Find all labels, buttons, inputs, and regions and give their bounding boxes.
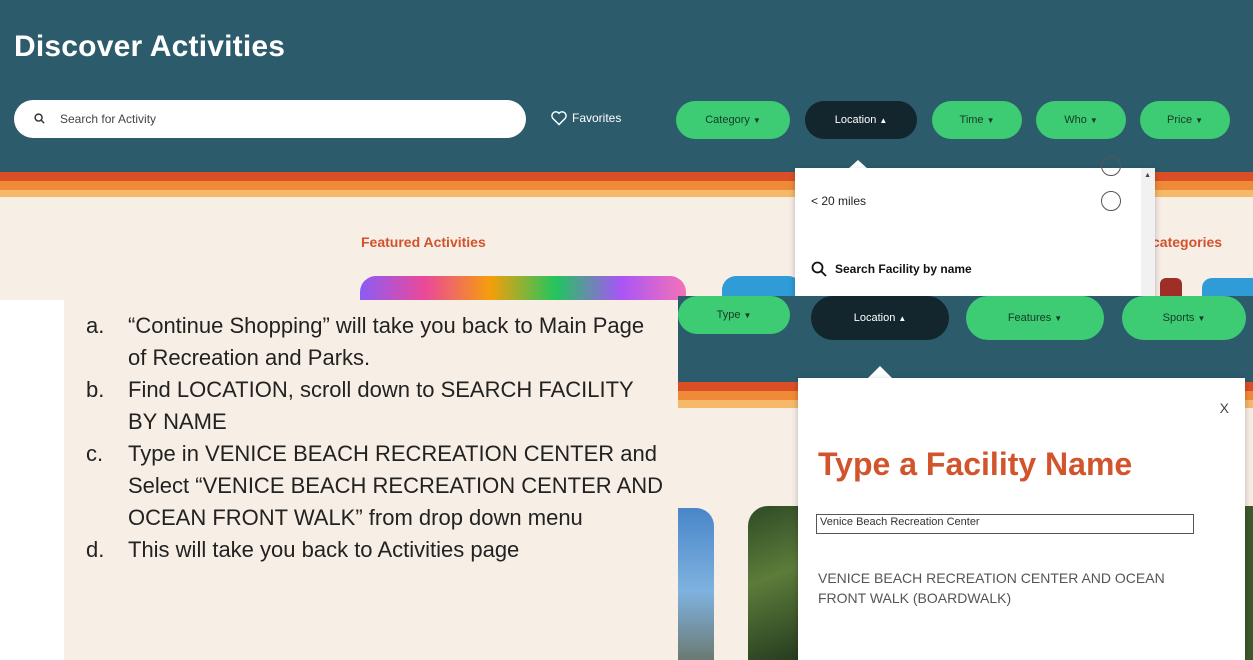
chevron-down-icon: ▼ — [1195, 115, 1203, 125]
facility-result-option[interactable]: VENICE BEACH RECREATION CENTER AND OCEAN… — [818, 568, 1198, 608]
chevron-up-icon: ▲ — [879, 115, 888, 125]
filter-category-label: Category — [705, 114, 750, 126]
filter-price-label: Price — [1167, 114, 1193, 126]
categories-heading: categories — [1152, 234, 1223, 250]
filter-category[interactable]: Category ▼ — [676, 101, 790, 139]
search-icon — [34, 113, 45, 124]
instruction-item: b. Find LOCATION, scroll down to SEARCH … — [64, 374, 664, 438]
filter-who-label: Who — [1064, 114, 1087, 126]
filter-who[interactable]: Who ▼ — [1036, 101, 1126, 139]
activities-screenshot-bottom: Type ▼ Location ▲ Features ▼ Sports ▼ X Type… — [678, 296, 1253, 660]
filter-location[interactable]: Location ▲ — [805, 101, 917, 139]
filter-type-label: Type — [716, 309, 741, 321]
filter-sports-label: Sports — [1162, 312, 1195, 324]
featured-card-image[interactable] — [360, 276, 686, 300]
scroll-up-icon[interactable]: ▲ — [1144, 172, 1151, 179]
filter-location-label: Location — [834, 114, 877, 126]
filter-features-label: Features — [1007, 312, 1052, 324]
instruction-item: c. Type in VENICE BEACH RECREATION CENTE… — [64, 438, 664, 534]
header-bar: Type ▼ Location ▲ Features ▼ Sports ▼ — [678, 296, 1253, 382]
filter-type[interactable]: Type ▼ — [678, 296, 790, 334]
chevron-down-icon: ▼ — [1089, 115, 1098, 125]
chevron-down-icon: ▼ — [743, 310, 752, 320]
radio-20-miles[interactable] — [1101, 191, 1121, 211]
search-input[interactable]: Search for Activity — [14, 100, 526, 138]
search-placeholder: Search for Activity — [60, 112, 157, 126]
chevron-down-icon: ▼ — [1197, 313, 1206, 323]
distance-option-label: < 20 miles — [811, 194, 867, 208]
search-facility-option[interactable]: Search Facility by name — [811, 261, 972, 277]
search-facility-label: Search Facility by name — [835, 262, 972, 276]
close-icon[interactable]: X — [1220, 400, 1229, 416]
dropdown-caret — [868, 366, 892, 378]
filter-time[interactable]: Time ▼ — [932, 101, 1022, 139]
activity-card-image[interactable] — [678, 508, 714, 660]
instruction-list: a. “Continue Shopping” will take you bac… — [64, 310, 664, 566]
filter-price[interactable]: Price ▼ — [1140, 101, 1230, 139]
instruction-text: Find LOCATION, scroll down to SEARCH FAC… — [128, 377, 634, 434]
instruction-item: a. “Continue Shopping” will take you bac… — [64, 310, 664, 374]
chevron-down-icon: ▼ — [986, 115, 995, 125]
facility-name-input[interactable]: Venice Beach Recreation Center — [816, 514, 1194, 534]
activities-screenshot-top: Discover Activities Search for Activity … — [0, 0, 1253, 300]
favorites-button[interactable]: Favorites — [550, 110, 621, 126]
instruction-item: d. This will take you back to Activities… — [64, 534, 664, 566]
facility-name-panel: X Type a Facility Name Venice Beach Recr… — [798, 378, 1245, 660]
filter-features[interactable]: Features ▼ — [966, 296, 1104, 340]
instruction-marker: d. — [86, 537, 105, 562]
instructions-panel: a. “Continue Shopping” will take you bac… — [64, 300, 678, 660]
instruction-marker: c. — [86, 441, 104, 466]
filter-sports[interactable]: Sports ▼ — [1122, 296, 1246, 340]
radio-option[interactable] — [1101, 156, 1121, 176]
search-icon — [811, 261, 827, 277]
favorites-label: Favorites — [572, 111, 622, 125]
chevron-down-icon: ▼ — [752, 115, 761, 125]
heart-icon — [551, 111, 567, 126]
instruction-text: “Continue Shopping” will take you back t… — [128, 313, 645, 370]
instruction-text: This will take you back to Activities pa… — [128, 537, 520, 562]
chevron-up-icon: ▲ — [898, 313, 907, 323]
page-title: Discover Activities — [14, 30, 286, 63]
featured-activities-heading: Featured Activities — [361, 234, 486, 250]
chevron-down-icon: ▼ — [1054, 313, 1063, 323]
instruction-text: Type in VENICE BEACH RECREATION CENTER a… — [128, 441, 664, 530]
location-dropdown: < 20 miles Search Facility by name ▲ — [795, 156, 1155, 300]
header-bar: Discover Activities Search for Activity … — [0, 0, 1253, 172]
filter-time-label: Time — [959, 114, 984, 126]
filter-location-label: Location — [853, 312, 896, 324]
instruction-marker: a. — [86, 313, 105, 338]
instruction-marker: b. — [86, 377, 105, 402]
panel-title: Type a Facility Name — [818, 446, 1133, 482]
dropdown-scrollbar[interactable]: ▲ — [1141, 168, 1155, 300]
filter-location[interactable]: Location ▲ — [811, 296, 949, 340]
